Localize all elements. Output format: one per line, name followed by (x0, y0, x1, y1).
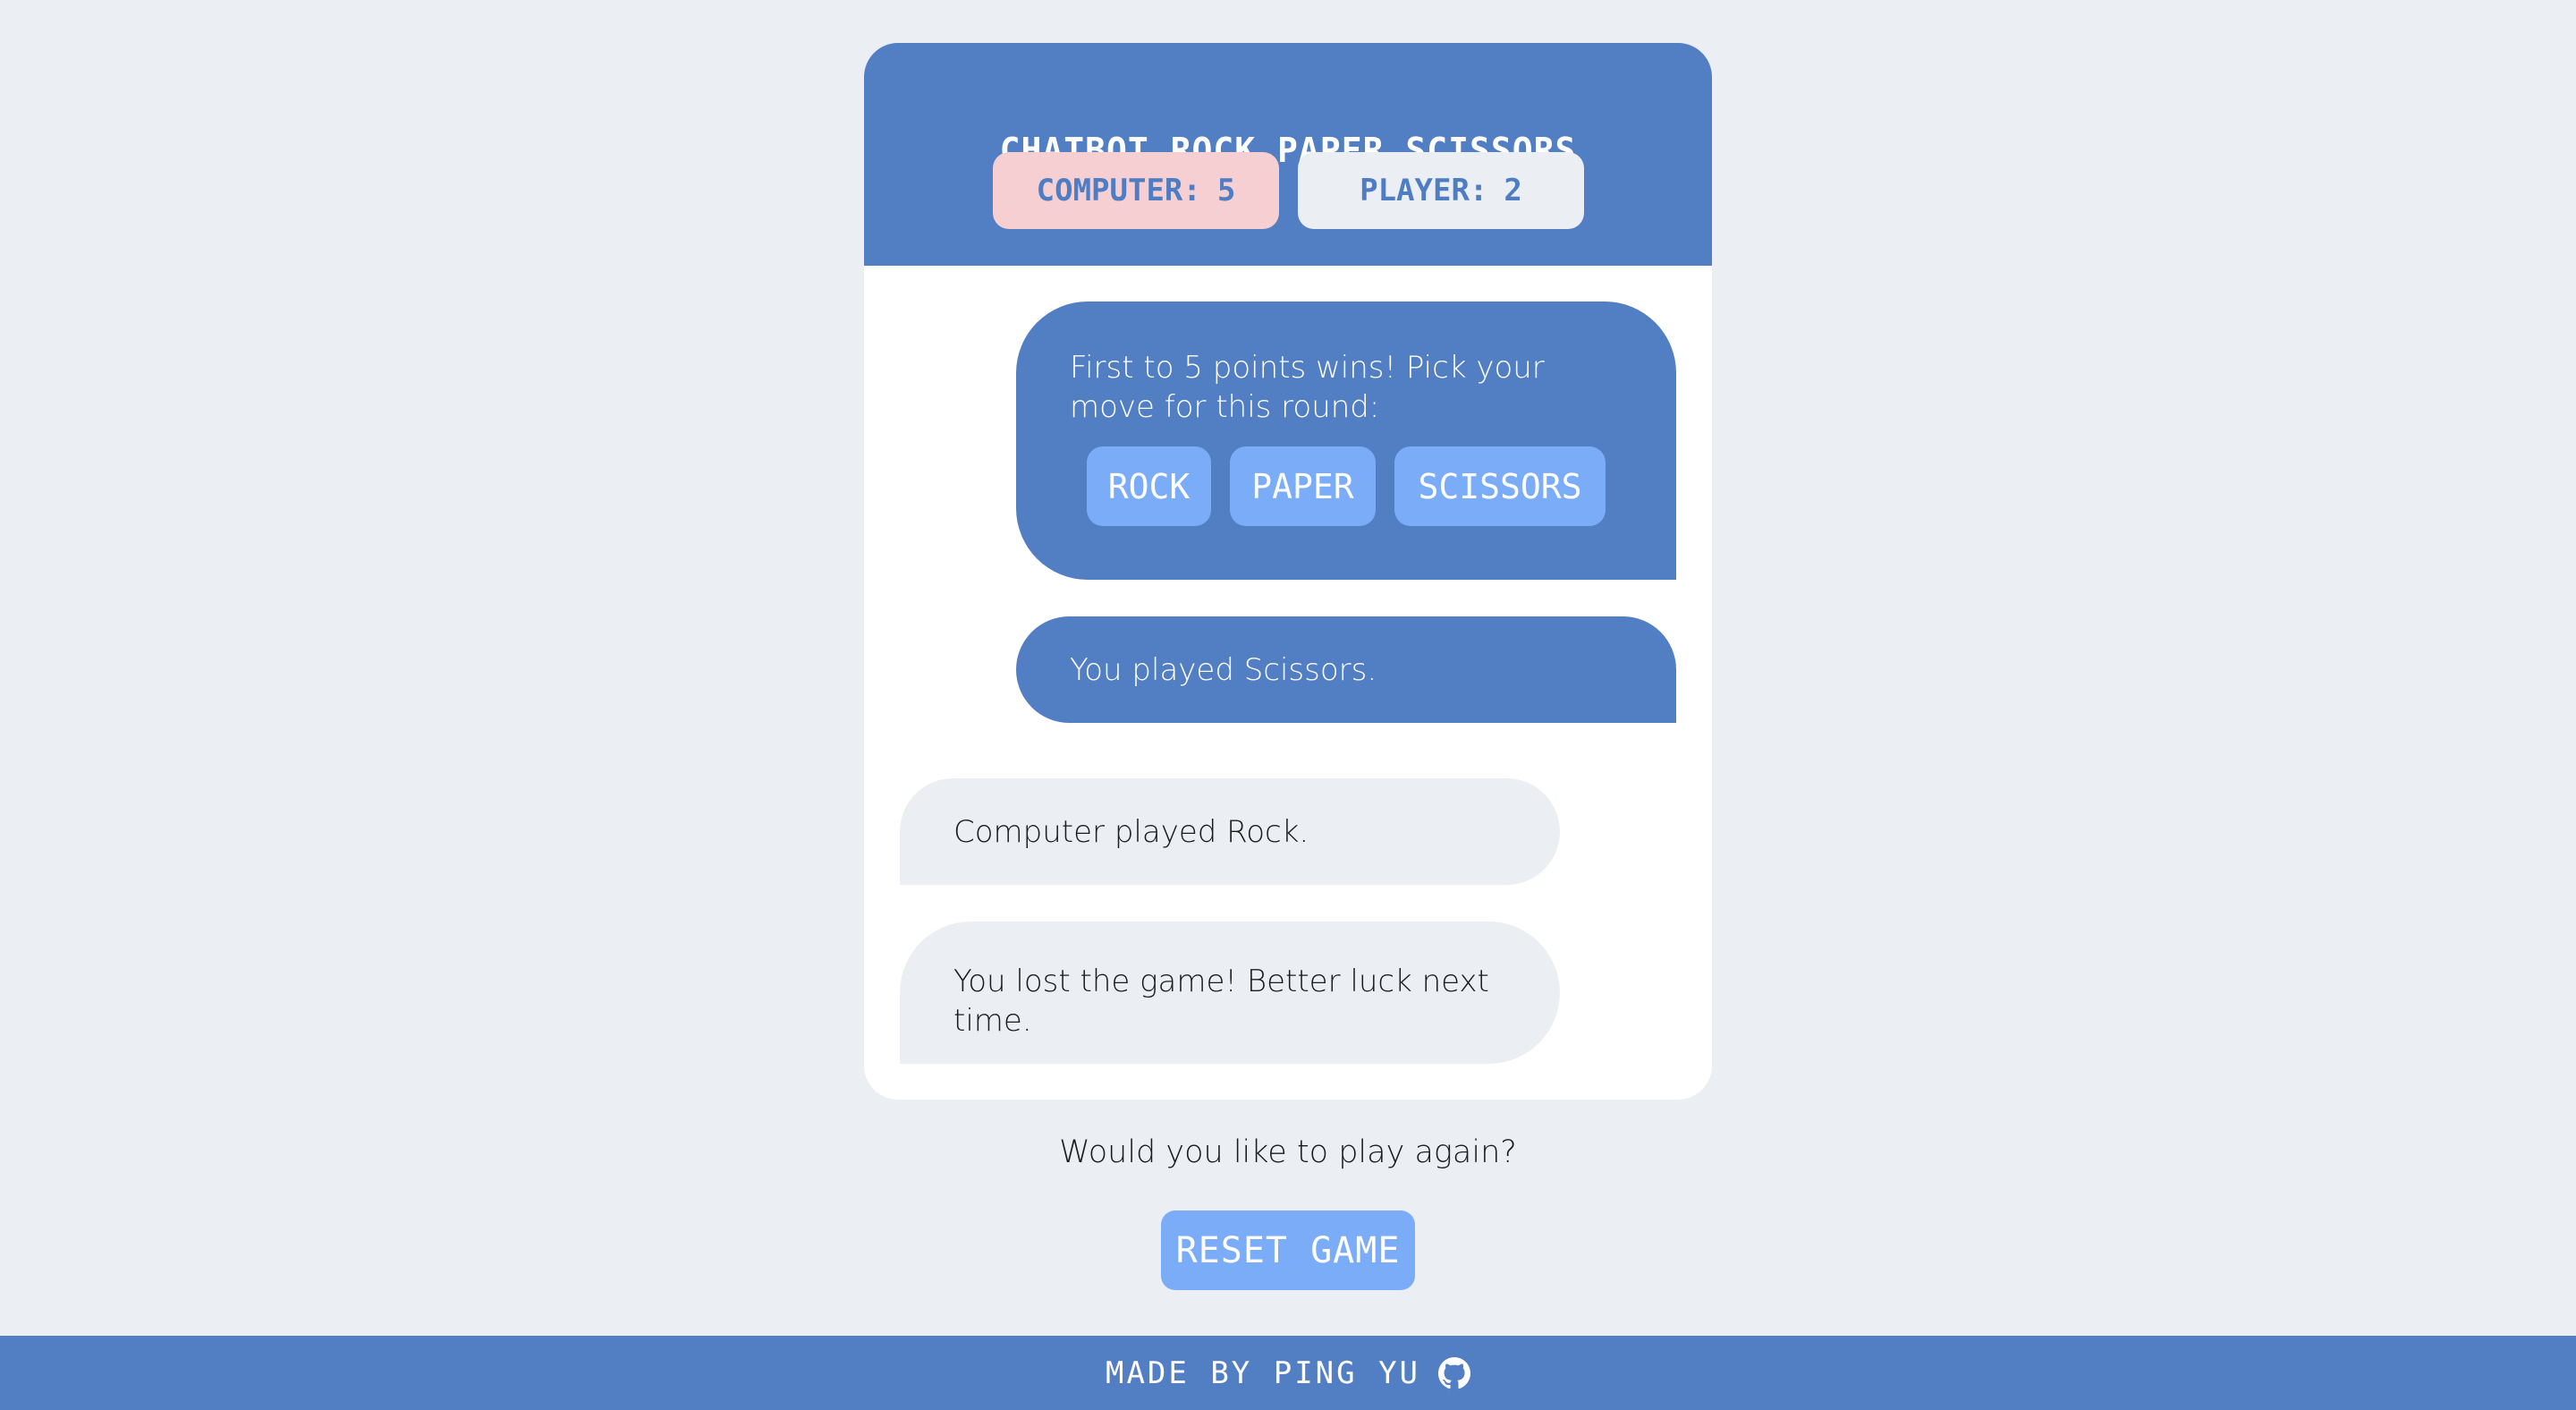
game-card: CHATBOT ROCK PAPER SCISSORS COMPUTER: 5 … (864, 43, 1712, 1100)
game-result-text: You lost the game! Better luck next time… (953, 964, 1489, 1039)
player-score-label: PLAYER: (1360, 173, 1488, 208)
computer-score-label: COMPUTER: (1036, 173, 1201, 208)
player-score-badge: PLAYER: 2 (1298, 152, 1584, 229)
game-result-message: You lost the game! Better luck next time… (900, 922, 1560, 1064)
scissors-button[interactable]: SCISSORS (1394, 446, 1606, 526)
game-title: CHATBOT ROCK PAPER SCISSORS (999, 131, 1577, 170)
game-header: CHATBOT ROCK PAPER SCISSORS COMPUTER: 5 … (864, 43, 1712, 266)
computer-move-message: Computer played Rock. (900, 778, 1560, 885)
prompt-text: First to 5 points wins! Pick your move f… (1070, 350, 1545, 425)
play-again-text: Would you like to play again? (1059, 1134, 1517, 1170)
player-move-message: You played Scissors. (1016, 616, 1676, 723)
computer-move-text: Computer played Rock. (953, 814, 1309, 850)
computer-score-badge: COMPUTER: 5 (993, 152, 1279, 229)
paper-button[interactable]: PAPER (1230, 446, 1376, 526)
footer-credit: MADE BY PING YU (1105, 1355, 1421, 1391)
footer: MADE BY PING YU (0, 1336, 2576, 1410)
computer-score-value: 5 (1216, 173, 1236, 208)
reset-game-button[interactable]: RESET GAME (1161, 1210, 1415, 1290)
player-move-text: You played Scissors. (1070, 652, 1377, 688)
bot-prompt-message: First to 5 points wins! Pick your move f… (1016, 302, 1676, 580)
github-icon[interactable] (1438, 1356, 1471, 1389)
player-score-value: 2 (1504, 173, 1522, 208)
rock-button[interactable]: ROCK (1087, 446, 1211, 526)
